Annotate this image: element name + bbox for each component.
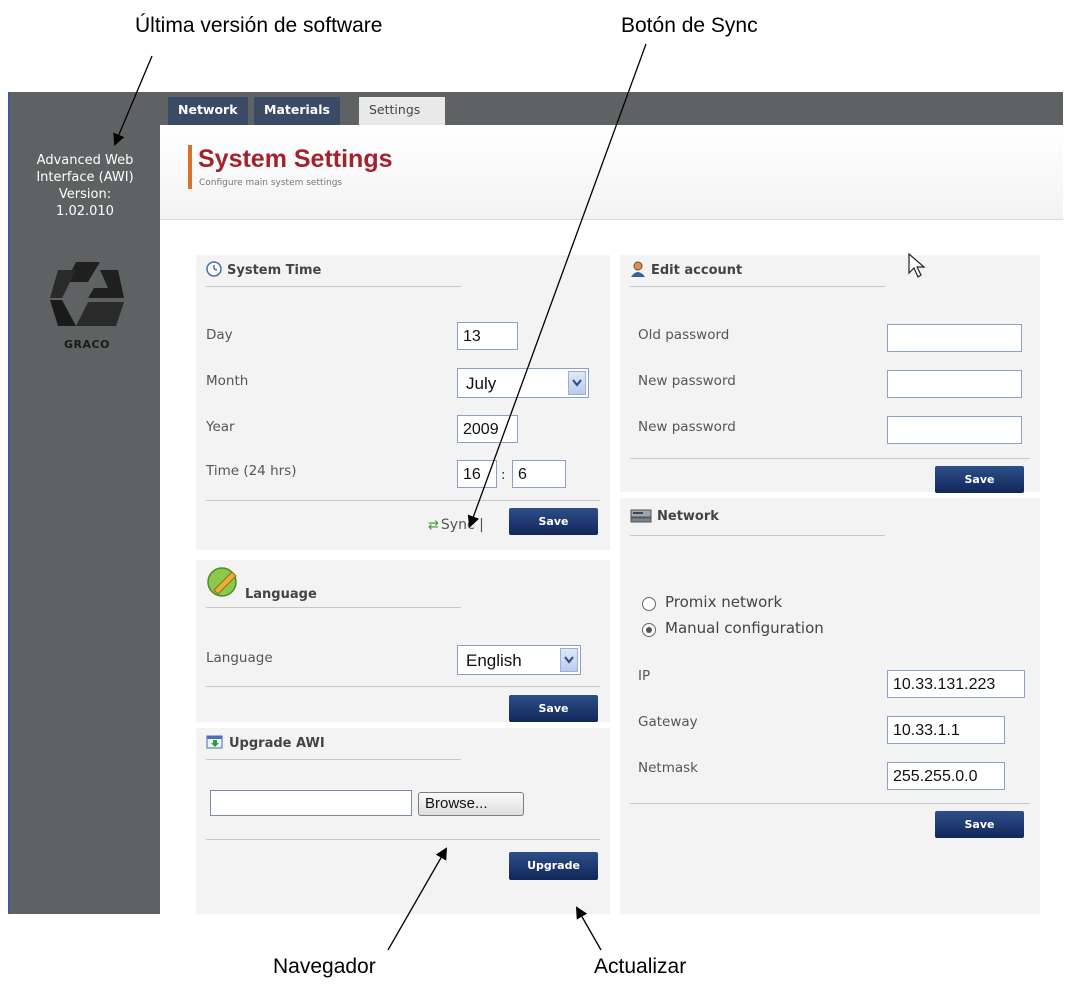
promix-network-label: Promix network xyxy=(665,593,783,611)
page-header: System Settings Configure main system se… xyxy=(160,125,1063,220)
old-password-input[interactable] xyxy=(887,324,1022,352)
new-password-label: New password xyxy=(638,373,736,389)
gateway-input[interactable]: 10.33.1.1 xyxy=(887,716,1005,744)
chevron-down-icon[interactable] xyxy=(560,648,578,672)
sidebar: Advanced Web Interface (AWI) Version: 1.… xyxy=(8,92,160,914)
annotation-browser: Navegador xyxy=(273,955,376,978)
old-password-label: Old password xyxy=(638,327,730,343)
browse-button[interactable]: Browse... xyxy=(418,792,524,816)
version-line: Interface (AWI) xyxy=(36,170,134,185)
system-time-save-button[interactable]: Save xyxy=(509,508,598,535)
clock-icon xyxy=(206,260,222,281)
version-line: Advanced Web xyxy=(36,153,134,168)
tab-settings[interactable]: Settings xyxy=(359,97,445,125)
month-select[interactable]: July xyxy=(457,368,589,398)
system-time-panel: System Time Day 13 Month July Year 2009 … xyxy=(196,255,610,550)
year-input[interactable]: 2009 xyxy=(457,415,518,443)
month-label: Month xyxy=(206,373,249,389)
confirm-password-input[interactable] xyxy=(887,416,1022,444)
mouse-cursor-icon xyxy=(908,252,926,284)
language-value: English xyxy=(466,651,522,670)
radio-promix-network[interactable] xyxy=(642,597,656,611)
logo-text: GRACO xyxy=(64,338,110,351)
annotation-software-version: Última versión de software xyxy=(135,14,383,37)
language-label: Language xyxy=(206,650,273,666)
network-panel: Network Promix network Manual configurat… xyxy=(620,498,1040,914)
sync-label: Sync | xyxy=(440,517,484,533)
header-accent-bar xyxy=(188,145,192,189)
page-subtitle: Configure main system settings xyxy=(199,178,343,188)
version-line: Version: xyxy=(58,187,112,202)
edit-account-title: Edit account xyxy=(651,263,743,278)
annotation-update: Actualizar xyxy=(594,955,687,978)
month-value: July xyxy=(466,374,497,393)
language-icon xyxy=(206,564,240,602)
sync-button[interactable]: ⇄ Sync | xyxy=(428,517,484,533)
year-label: Year xyxy=(206,419,235,435)
top-tab-bar: Network Materials Settings xyxy=(160,92,1063,125)
page-title: System Settings xyxy=(198,145,393,173)
new-password-input[interactable] xyxy=(887,370,1022,398)
upgrade-title: Upgrade AWI xyxy=(229,736,325,751)
upgrade-header: Upgrade AWI xyxy=(206,728,461,760)
ip-input[interactable]: 10.33.131.223 xyxy=(887,670,1025,698)
network-title: Network xyxy=(657,509,719,524)
gateway-label: Gateway xyxy=(638,714,698,730)
tab-network[interactable]: Network xyxy=(168,97,248,125)
arrow-to-upgrade xyxy=(576,906,602,951)
manual-configuration-label: Manual configuration xyxy=(665,619,824,637)
radio-manual-configuration[interactable] xyxy=(642,623,656,637)
language-panel: Language Language English Save xyxy=(196,560,610,722)
tab-materials[interactable]: Materials xyxy=(254,97,340,125)
user-icon xyxy=(630,261,646,281)
system-time-header: System Time xyxy=(206,255,461,287)
network-header: Network xyxy=(630,498,885,536)
upgrade-separator xyxy=(206,839,600,840)
hour-input[interactable]: 16 xyxy=(457,460,497,488)
radio-selected-dot xyxy=(646,627,652,633)
ip-label: IP xyxy=(638,668,651,684)
language-title: Language xyxy=(245,587,317,602)
network-icon xyxy=(630,507,652,527)
language-header: Language xyxy=(206,560,461,608)
system-time-separator xyxy=(206,500,600,501)
confirm-password-label: New password xyxy=(638,419,736,435)
day-label: Day xyxy=(206,327,233,343)
upgrade-icon xyxy=(206,734,224,754)
annotation-sync-button: Botón de Sync xyxy=(621,14,758,37)
minute-input[interactable]: 6 xyxy=(512,460,566,488)
upgrade-file-input[interactable] xyxy=(210,790,412,816)
graco-logo: GRACO xyxy=(48,260,126,356)
upgrade-button[interactable]: Upgrade xyxy=(509,852,598,880)
upgrade-panel: Upgrade AWI Browse... Upgrade xyxy=(196,728,610,914)
graco-logo-mark xyxy=(50,262,124,326)
language-select[interactable]: English xyxy=(457,645,581,675)
network-save-button[interactable]: Save xyxy=(935,811,1024,838)
edit-account-header: Edit account xyxy=(630,255,885,287)
edit-account-panel: Edit account Old password New password N… xyxy=(620,255,1040,493)
netmask-input[interactable]: 255.255.0.0 xyxy=(887,762,1005,790)
settings-content: System Settings Configure main system se… xyxy=(160,125,1063,914)
edit-account-separator xyxy=(630,458,1030,459)
netmask-label: Netmask xyxy=(638,760,698,776)
version-info: Advanced Web Interface (AWI) Version: 1.… xyxy=(10,152,160,220)
sync-icon: ⇄ xyxy=(428,518,439,533)
chevron-down-icon[interactable] xyxy=(568,371,586,395)
system-time-title: System Time xyxy=(227,263,322,278)
awi-application: Advanced Web Interface (AWI) Version: 1.… xyxy=(8,92,1063,914)
time-separator: : xyxy=(501,467,506,483)
language-separator xyxy=(206,686,600,687)
time-label: Time (24 hrs) xyxy=(206,463,297,479)
language-save-button[interactable]: Save xyxy=(509,695,598,722)
version-number: 1.02.010 xyxy=(56,204,114,219)
day-input[interactable]: 13 xyxy=(457,322,518,350)
network-separator xyxy=(630,803,1030,804)
edit-account-save-button[interactable]: Save xyxy=(935,466,1024,493)
